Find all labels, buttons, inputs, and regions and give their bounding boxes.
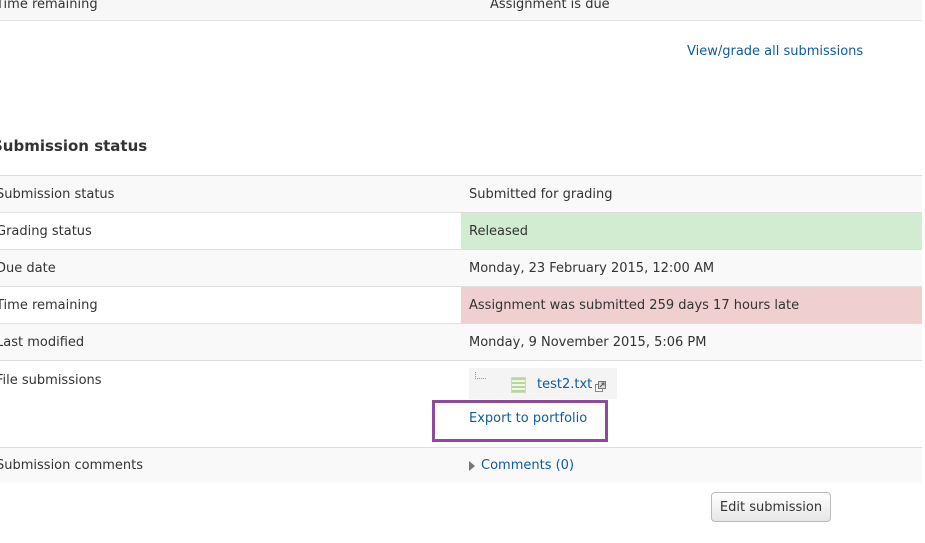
file-tree: test2.txt bbox=[469, 368, 617, 399]
row-label: Time remaining bbox=[0, 286, 461, 324]
table-row: Submission status Submitted for grading bbox=[0, 175, 922, 213]
time-remaining-value: Assignment was submitted 259 days 17 hou… bbox=[461, 286, 922, 324]
table-row: Time remaining Assignment was submitted … bbox=[0, 286, 922, 324]
row-label: Due date bbox=[0, 249, 461, 287]
due-date-value: Monday, 23 February 2015, 12:00 AM bbox=[461, 249, 922, 287]
comments-link[interactable]: Comments (0) bbox=[481, 458, 574, 473]
row-label: Last modified bbox=[0, 323, 461, 361]
table-row: Last modified Monday, 9 November 2015, 5… bbox=[0, 323, 922, 361]
highlight-box bbox=[432, 400, 608, 442]
portfolio-export-icon[interactable] bbox=[595, 381, 606, 392]
top-row-label: Time remaining bbox=[0, 0, 98, 12]
text-file-icon bbox=[511, 377, 526, 393]
last-modified-value: Monday, 9 November 2015, 5:06 PM bbox=[461, 323, 922, 361]
edit-submission-button[interactable]: Edit submission bbox=[711, 492, 831, 522]
submission-status-heading: Submission status bbox=[0, 137, 148, 155]
row-label: File submissions bbox=[0, 360, 461, 448]
table-row: Due date Monday, 23 February 2015, 12:00… bbox=[0, 249, 922, 287]
submission-comments-cell: Comments (0) bbox=[461, 447, 922, 483]
file-link[interactable]: test2.txt bbox=[537, 377, 592, 392]
row-label: Grading status bbox=[0, 212, 461, 250]
view-grade-all-submissions-link[interactable]: View/grade all submissions bbox=[687, 44, 863, 59]
row-label: Submission status bbox=[0, 175, 461, 213]
table-row: Submission comments Comments (0) bbox=[0, 447, 922, 483]
top-summary-row: Time remaining Assignment is due bbox=[0, 0, 922, 21]
submission-status-value: Submitted for grading bbox=[461, 175, 922, 213]
grading-status-value: Released bbox=[461, 212, 922, 250]
tree-connector bbox=[475, 372, 486, 379]
expand-triangle-icon[interactable] bbox=[469, 460, 475, 471]
table-row: Grading status Released bbox=[0, 212, 922, 250]
row-label: Submission comments bbox=[0, 447, 461, 483]
top-row-value: Assignment is due bbox=[490, 0, 610, 12]
